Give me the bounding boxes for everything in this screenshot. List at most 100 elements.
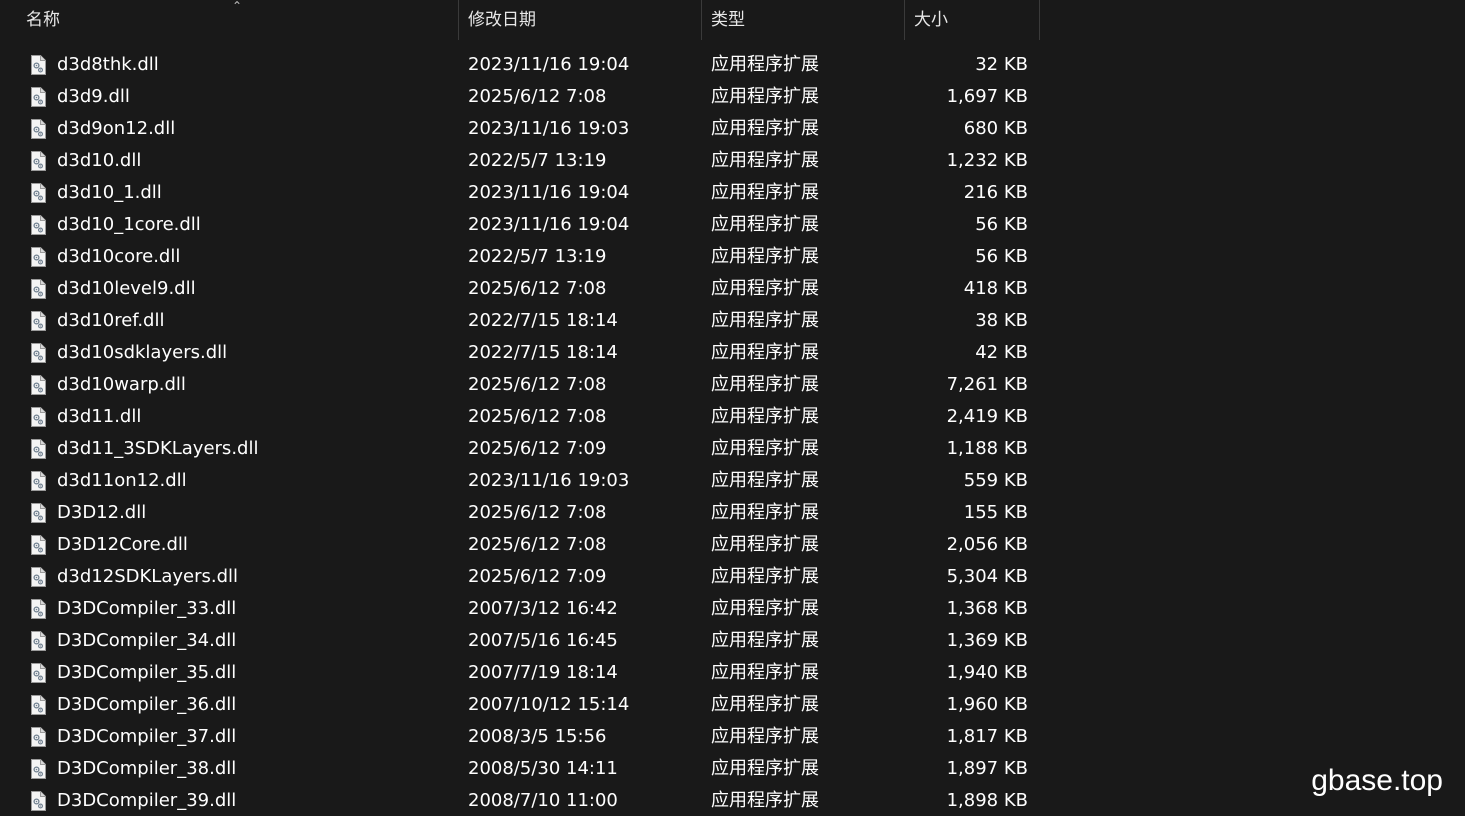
file-size: 1,369 KB xyxy=(946,630,1028,651)
file-type: 应用程序扩展 xyxy=(711,630,819,651)
dll-file-icon xyxy=(31,631,46,651)
column-header-row: 名称 ⌃ 修改日期 类型 大小 xyxy=(0,0,1465,40)
file-row[interactable]: D3DCompiler_39.dll 2008/7/10 11:00 应用程序扩… xyxy=(0,785,1040,816)
column-header-date[interactable]: 修改日期 xyxy=(468,0,700,40)
file-row[interactable]: D3DCompiler_35.dll 2007/7/19 18:14 应用程序扩… xyxy=(0,657,1040,689)
file-type: 应用程序扩展 xyxy=(711,182,819,203)
column-header-type[interactable]: 类型 xyxy=(711,0,903,40)
dll-file-icon xyxy=(31,183,46,203)
file-row[interactable]: D3DCompiler_33.dll 2007/3/12 16:42 应用程序扩… xyxy=(0,593,1040,625)
file-type: 应用程序扩展 xyxy=(711,406,819,427)
file-row[interactable]: d3d11.dll 2025/6/12 7:08 应用程序扩展 2,419 KB xyxy=(0,401,1040,433)
file-modified-date: 2023/11/16 19:03 xyxy=(468,470,630,491)
file-row[interactable]: d3d10.dll 2022/5/7 13:19 应用程序扩展 1,232 KB xyxy=(0,145,1040,177)
file-row[interactable]: D3DCompiler_38.dll 2008/5/30 14:11 应用程序扩… xyxy=(0,753,1040,785)
file-type: 应用程序扩展 xyxy=(711,342,819,363)
column-divider-date-type[interactable] xyxy=(701,0,702,40)
file-row[interactable]: D3DCompiler_37.dll 2008/3/5 15:56 应用程序扩展… xyxy=(0,721,1040,753)
file-modified-date: 2008/7/10 11:00 xyxy=(468,790,618,811)
file-name: d3d10level9.dll xyxy=(57,278,196,299)
file-row[interactable]: d3d9.dll 2025/6/12 7:08 应用程序扩展 1,697 KB xyxy=(0,81,1040,113)
dll-file-icon xyxy=(31,343,46,363)
dll-file-icon xyxy=(31,439,46,459)
file-type: 应用程序扩展 xyxy=(711,566,819,587)
file-size: 1,960 KB xyxy=(946,694,1028,715)
file-row[interactable]: d3d10ref.dll 2022/7/15 18:14 应用程序扩展 38 K… xyxy=(0,305,1040,337)
file-name: d3d10ref.dll xyxy=(57,310,165,331)
file-size: 216 KB xyxy=(963,182,1028,203)
dll-file-icon xyxy=(31,247,46,267)
file-size: 680 KB xyxy=(963,118,1028,139)
column-divider-type-size[interactable] xyxy=(904,0,905,40)
dll-file-icon xyxy=(31,375,46,395)
file-modified-date: 2007/7/19 18:14 xyxy=(468,662,618,683)
file-modified-date: 2025/6/12 7:08 xyxy=(468,374,607,395)
dll-file-icon xyxy=(31,119,46,139)
file-row[interactable]: d3d10_1core.dll 2023/11/16 19:04 应用程序扩展 … xyxy=(0,209,1040,241)
column-divider-size-end[interactable] xyxy=(1039,0,1040,40)
file-row[interactable]: d3d10warp.dll 2025/6/12 7:08 应用程序扩展 7,26… xyxy=(0,369,1040,401)
file-row[interactable]: d3d10level9.dll 2025/6/12 7:08 应用程序扩展 41… xyxy=(0,273,1040,305)
dll-file-icon xyxy=(31,279,46,299)
column-header-size[interactable]: 大小 xyxy=(914,0,1038,40)
file-name: D3DCompiler_39.dll xyxy=(57,790,237,811)
dll-file-icon xyxy=(31,87,46,107)
file-size: 56 KB xyxy=(975,246,1028,267)
file-row[interactable]: d3d11on12.dll 2023/11/16 19:03 应用程序扩展 55… xyxy=(0,465,1040,497)
dll-file-icon xyxy=(31,55,46,75)
file-size: 418 KB xyxy=(963,278,1028,299)
file-size: 1,897 KB xyxy=(946,758,1028,779)
file-modified-date: 2022/5/7 13:19 xyxy=(468,150,607,171)
file-size: 42 KB xyxy=(975,342,1028,363)
file-name: d3d10.dll xyxy=(57,150,142,171)
file-modified-date: 2007/5/16 16:45 xyxy=(468,630,618,651)
dll-file-icon xyxy=(31,599,46,619)
watermark-text: gbase.top xyxy=(1311,764,1443,797)
file-size: 7,261 KB xyxy=(946,374,1028,395)
file-modified-date: 2025/6/12 7:08 xyxy=(468,86,607,107)
file-name: D3D12.dll xyxy=(57,502,147,523)
file-type: 应用程序扩展 xyxy=(711,214,819,235)
column-divider-name-date[interactable] xyxy=(458,0,459,40)
file-row[interactable]: D3DCompiler_36.dll 2007/10/12 15:14 应用程序… xyxy=(0,689,1040,721)
file-size: 1,232 KB xyxy=(946,150,1028,171)
file-name: D3DCompiler_37.dll xyxy=(57,726,237,747)
file-name: d3d10warp.dll xyxy=(57,374,186,395)
file-row[interactable]: d3d8thk.dll 2023/11/16 19:04 应用程序扩展 32 K… xyxy=(0,49,1040,81)
file-size: 2,419 KB xyxy=(946,406,1028,427)
file-row[interactable]: d3d11_3SDKLayers.dll 2025/6/12 7:09 应用程序… xyxy=(0,433,1040,465)
file-size: 559 KB xyxy=(963,470,1028,491)
file-type: 应用程序扩展 xyxy=(711,118,819,139)
file-name: d3d10_1core.dll xyxy=(57,214,201,235)
file-modified-date: 2007/10/12 15:14 xyxy=(468,694,630,715)
file-row[interactable]: D3D12Core.dll 2025/6/12 7:08 应用程序扩展 2,05… xyxy=(0,529,1040,561)
file-type: 应用程序扩展 xyxy=(711,470,819,491)
file-size: 1,817 KB xyxy=(946,726,1028,747)
file-size: 38 KB xyxy=(975,310,1028,331)
file-size: 2,056 KB xyxy=(946,534,1028,555)
file-size: 1,898 KB xyxy=(946,790,1028,811)
file-row[interactable]: d3d9on12.dll 2023/11/16 19:03 应用程序扩展 680… xyxy=(0,113,1040,145)
file-modified-date: 2023/11/16 19:03 xyxy=(468,118,630,139)
file-modified-date: 2025/6/12 7:08 xyxy=(468,502,607,523)
file-row[interactable]: D3D12.dll 2025/6/12 7:08 应用程序扩展 155 KB xyxy=(0,497,1040,529)
file-row[interactable]: d3d10_1.dll 2023/11/16 19:04 应用程序扩展 216 … xyxy=(0,177,1040,209)
dll-file-icon xyxy=(31,727,46,747)
file-modified-date: 2008/5/30 14:11 xyxy=(468,758,618,779)
file-name: d3d9on12.dll xyxy=(57,118,176,139)
file-name: d3d11.dll xyxy=(57,406,142,427)
file-type: 应用程序扩展 xyxy=(711,438,819,459)
file-modified-date: 2025/6/12 7:09 xyxy=(468,566,607,587)
dll-file-icon xyxy=(31,471,46,491)
file-name: d3d11_3SDKLayers.dll xyxy=(57,438,259,459)
file-row[interactable]: d3d10sdklayers.dll 2022/7/15 18:14 应用程序扩… xyxy=(0,337,1040,369)
dll-file-icon xyxy=(31,759,46,779)
file-size: 1,368 KB xyxy=(946,598,1028,619)
dll-file-icon xyxy=(31,663,46,683)
file-modified-date: 2023/11/16 19:04 xyxy=(468,214,630,235)
file-row[interactable]: D3DCompiler_34.dll 2007/5/16 16:45 应用程序扩… xyxy=(0,625,1040,657)
file-size: 56 KB xyxy=(975,214,1028,235)
file-row[interactable]: d3d10core.dll 2022/5/7 13:19 应用程序扩展 56 K… xyxy=(0,241,1040,273)
file-row[interactable]: d3d12SDKLayers.dll 2025/6/12 7:09 应用程序扩展… xyxy=(0,561,1040,593)
dll-file-icon xyxy=(31,151,46,171)
